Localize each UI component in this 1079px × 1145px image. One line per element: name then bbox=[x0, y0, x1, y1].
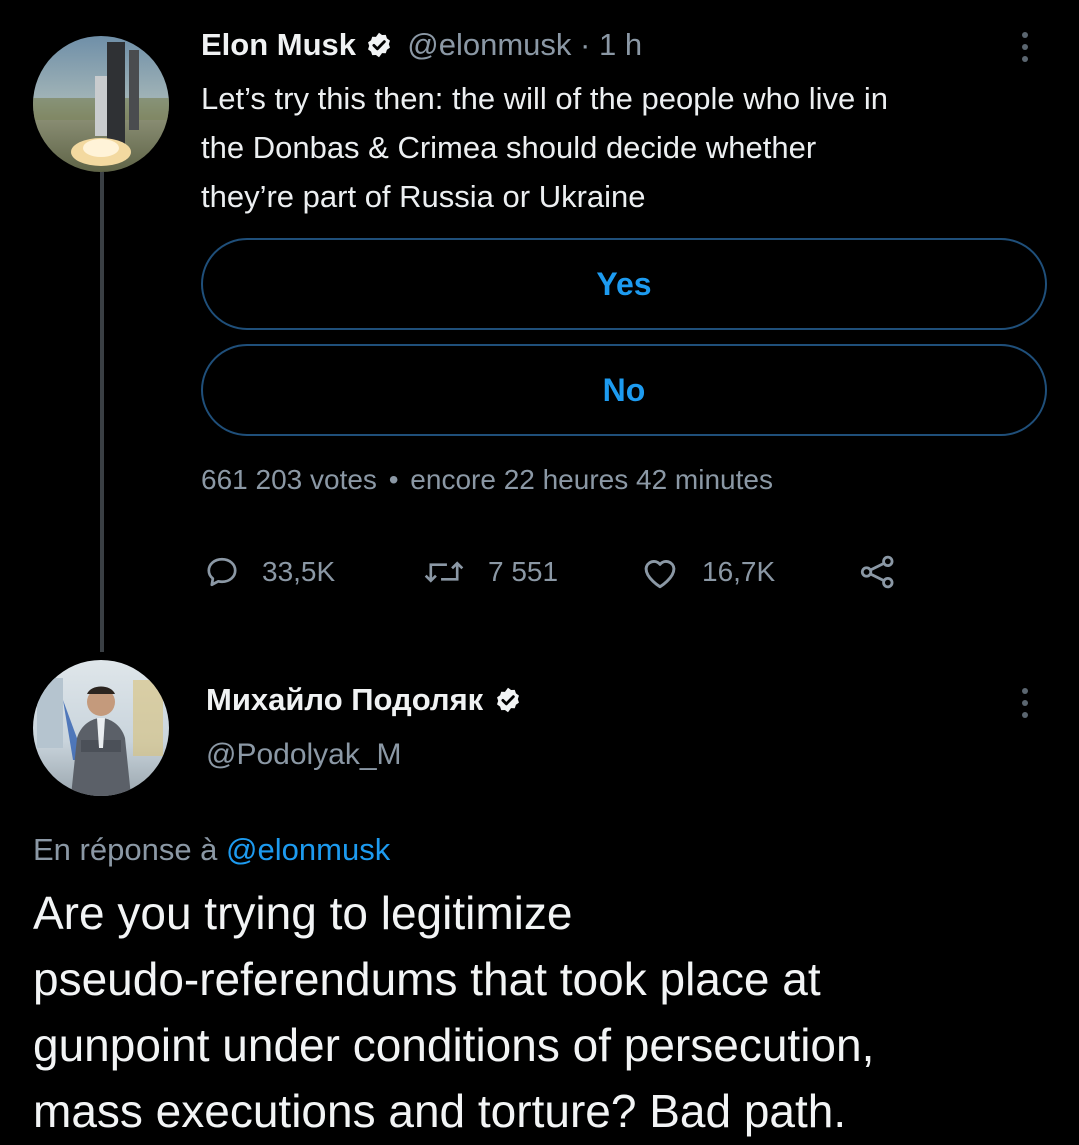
like-icon bbox=[644, 559, 676, 589]
poll-option-yes[interactable]: Yes bbox=[201, 238, 1047, 330]
like-count: 16,7K bbox=[702, 556, 776, 587]
reply-text: Are you trying to legitimize pseudo-refe… bbox=[33, 880, 874, 1144]
tweet-time[interactable]: 1 h bbox=[599, 27, 642, 62]
poll-time-remaining: encore 22 heures 42 minutes bbox=[410, 464, 773, 495]
more-options-icon[interactable] bbox=[1022, 32, 1030, 68]
author-name[interactable]: Elon Musk bbox=[201, 27, 356, 62]
in-reply-to: En réponse à @elonmusk bbox=[33, 832, 390, 868]
verified-badge-icon bbox=[496, 687, 519, 713]
tweet-text-line: the Donbas & Crimea should decide whethe… bbox=[201, 130, 817, 165]
reply-count: 33,5K bbox=[262, 556, 336, 587]
reply-icon bbox=[207, 557, 237, 587]
retweet-icon bbox=[424, 561, 464, 583]
reply-author-name[interactable]: Михайло Подоляк bbox=[206, 682, 483, 717]
verified-badge-icon bbox=[367, 32, 390, 58]
starship-photo bbox=[33, 42, 169, 166]
tweet-text-line: they’re part of Russia or Ukraine bbox=[201, 179, 646, 214]
tweet-header: Elon Musk @elonmusk · 1 h bbox=[201, 27, 642, 63]
reply-text-line: pseudo-referendums that took place at bbox=[33, 953, 821, 1005]
poll-meta-dot: • bbox=[388, 464, 399, 495]
reply-button[interactable]: 33,5K bbox=[204, 554, 335, 590]
retweet-button[interactable]: 7 551 bbox=[422, 554, 558, 590]
tweet-text: Let’s try this then: the will of the peo… bbox=[201, 74, 888, 221]
share-icon bbox=[860, 555, 894, 589]
in-reply-handle-link[interactable]: @elonmusk bbox=[226, 832, 390, 867]
poll-meta: 661 203 votes • encore 22 heures 42 minu… bbox=[201, 464, 773, 496]
in-reply-prefix: En réponse à bbox=[33, 832, 218, 867]
reply-text-line: Are you trying to legitimize bbox=[33, 887, 573, 939]
reply-header: Михайло Подоляк bbox=[206, 682, 522, 718]
author-handle[interactable]: @elonmusk bbox=[407, 27, 571, 62]
retweet-count: 7 551 bbox=[488, 556, 559, 587]
reply-author-handle[interactable]: @Podolyak_M bbox=[206, 738, 402, 772]
thread-connector bbox=[100, 172, 104, 652]
tweet-text-line: Let’s try this then: the will of the peo… bbox=[201, 81, 888, 116]
more-options-icon[interactable] bbox=[1022, 688, 1030, 724]
reply-text-line: mass executions and torture? Bad path. bbox=[33, 1085, 847, 1137]
avatar-elonmusk[interactable] bbox=[33, 36, 169, 172]
header-separator: · bbox=[580, 27, 591, 62]
like-button[interactable]: 16,7K bbox=[640, 554, 775, 590]
avatar-podolyak[interactable] bbox=[33, 660, 169, 796]
podolyak-photo bbox=[37, 678, 163, 796]
share-button[interactable] bbox=[858, 554, 920, 590]
poll-votes: 661 203 votes bbox=[201, 464, 377, 495]
reply-text-line: gunpoint under conditions of persecution… bbox=[33, 1019, 875, 1071]
poll-option-no[interactable]: No bbox=[201, 344, 1047, 436]
